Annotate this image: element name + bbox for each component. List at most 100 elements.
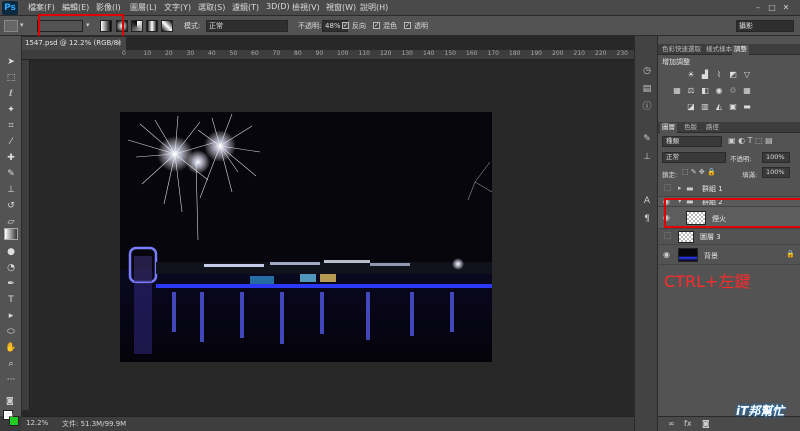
menu-filter[interactable]: 濾鏡(T)	[232, 2, 259, 13]
posterize-icon[interactable]: ▥	[700, 102, 710, 111]
filter-icons[interactable]: ▣ ◐ T ⬚ ▤	[728, 136, 773, 145]
clone-stamp-tool-icon[interactable]: ⊥	[4, 184, 18, 196]
chevron-down-icon[interactable]: ▾	[20, 21, 24, 29]
ruler-number: 210	[573, 50, 585, 57]
brush-presets-icon[interactable]: ✎	[641, 134, 653, 145]
quick-mask-icon[interactable]: ◙	[6, 396, 14, 405]
exposure-icon[interactable]: ◩	[728, 70, 738, 79]
path-select-tool-icon[interactable]: ▸	[4, 310, 18, 322]
zoom-level[interactable]: 12.2%	[26, 419, 48, 427]
reverse-checkbox[interactable]: ✓	[342, 22, 349, 29]
layer-group-1[interactable]: ▸ ▬ 群組 1	[658, 181, 800, 197]
blur-tool-icon[interactable]: ●	[4, 246, 18, 258]
pen-tool-icon[interactable]: ✒	[4, 278, 18, 290]
fx-icon[interactable]: fx	[684, 419, 692, 428]
marquee-tool-icon[interactable]: ⬚	[4, 72, 18, 84]
black-white-icon[interactable]: ◧	[700, 86, 710, 95]
layer-3[interactable]: 圖層 3	[658, 229, 800, 245]
color-lookup-icon[interactable]: ▦	[742, 86, 752, 95]
channel-mixer-icon[interactable]: ♲	[728, 86, 738, 95]
tab-color[interactable]: 色彩快速選取	[660, 45, 703, 55]
dither-checkbox[interactable]: ✓	[373, 22, 380, 29]
lock-icons[interactable]: ⬚ ✎ ✥ 🔒	[682, 168, 716, 176]
color-balance-icon[interactable]: ⚖	[686, 86, 696, 95]
info-icon[interactable]: ⓘ	[641, 102, 653, 113]
levels-icon[interactable]: ▟	[700, 70, 710, 79]
hue-saturation-icon[interactable]: ▦	[672, 86, 682, 95]
clone-source-icon[interactable]: ⊥	[641, 152, 653, 163]
workspace-select[interactable]: 攝影	[736, 20, 794, 32]
selective-color-icon[interactable]: ▣	[728, 102, 738, 111]
gradient-tool-icon[interactable]	[4, 228, 18, 240]
tab-layers[interactable]: 圖層	[660, 123, 677, 133]
menu-image[interactable]: 影像(I)	[96, 2, 121, 13]
more-tools-icon[interactable]: ···	[4, 374, 18, 386]
move-tool-icon[interactable]: ➤	[4, 56, 18, 68]
tab-paths[interactable]: 路徑	[704, 123, 721, 133]
properties-icon[interactable]: ▤	[641, 84, 653, 95]
menu-view[interactable]: 檢視(V)	[292, 2, 320, 13]
brush-tool-icon[interactable]: ✎	[4, 168, 18, 180]
tab-adjustments[interactable]: 調整	[732, 45, 749, 55]
tab-channels[interactable]: 色版	[682, 123, 699, 133]
menu-3d[interactable]: 3D(D)	[266, 2, 290, 11]
blend-mode-select[interactable]: 正常	[662, 152, 726, 163]
expand-arrow-icon[interactable]: ▸	[678, 184, 682, 192]
minimize-icon[interactable]: –	[752, 2, 764, 13]
paragraph-icon[interactable]: ¶	[641, 214, 653, 225]
menu-select[interactable]: 選取(S)	[198, 2, 225, 13]
threshold-icon[interactable]: ◭	[714, 102, 724, 111]
ruler-number: 200	[552, 50, 564, 57]
gradient-tool-preset-icon[interactable]	[4, 20, 18, 32]
layer-background[interactable]: ◉ 背景 🔒	[658, 245, 800, 265]
menu-help[interactable]: 說明(H)	[360, 2, 388, 13]
menu-edit[interactable]: 編輯(E)	[62, 2, 89, 13]
dodge-tool-icon[interactable]: ◔	[4, 262, 18, 274]
brightness-icon[interactable]: ☀	[686, 70, 696, 79]
history-brush-tool-icon[interactable]: ↺	[4, 200, 18, 212]
canvas-image[interactable]	[120, 112, 492, 362]
reflected-gradient-icon[interactable]	[146, 20, 158, 32]
menu-file[interactable]: 檔案(F)	[28, 2, 55, 13]
zoom-tool-icon[interactable]: ⌕	[4, 358, 18, 370]
history-icon[interactable]: ◷	[641, 66, 653, 77]
diamond-gradient-icon[interactable]	[161, 20, 173, 32]
screen-mode-icon[interactable]: ▭	[6, 410, 14, 419]
eyedropper-tool-icon[interactable]: ⁄	[4, 136, 18, 148]
character-icon[interactable]: A	[641, 196, 653, 207]
transparency-checkbox[interactable]: ✓	[404, 22, 411, 29]
photo-filter-icon[interactable]: ◉	[714, 86, 724, 95]
lasso-tool-icon[interactable]: ℓ	[4, 88, 18, 100]
angle-gradient-icon[interactable]	[131, 20, 143, 32]
close-tab-icon[interactable]: ×	[116, 37, 122, 50]
maximize-icon[interactable]: □	[766, 2, 778, 13]
curves-icon[interactable]: ⌇	[714, 70, 724, 79]
layer-filter-select[interactable]: 種類	[662, 136, 722, 147]
layer-opacity-input[interactable]: 100%	[762, 152, 790, 163]
gradient-map-icon[interactable]: ▬	[742, 102, 752, 111]
hand-tool-icon[interactable]: ✋	[4, 342, 18, 354]
mask-icon[interactable]: ◙	[702, 419, 710, 428]
eraser-tool-icon[interactable]: ▱	[4, 216, 18, 228]
crop-tool-icon[interactable]: ⌗	[4, 120, 18, 132]
shape-tool-icon[interactable]: ⬭	[4, 326, 18, 338]
tab-swatches[interactable]: 樣式樣本	[704, 45, 734, 55]
close-icon[interactable]: ✕	[780, 2, 792, 13]
visibility-off-box[interactable]	[664, 232, 671, 239]
invert-icon[interactable]: ◪	[686, 102, 696, 111]
mode-select[interactable]: 正常	[206, 20, 288, 32]
type-tool-icon[interactable]: T	[4, 294, 18, 306]
menu-layer[interactable]: 圖層(L)	[130, 2, 157, 13]
eye-icon[interactable]: ◉	[663, 250, 670, 259]
menu-type[interactable]: 文字(Y)	[164, 2, 191, 13]
vibrance-icon[interactable]: ▽	[742, 70, 752, 79]
quick-select-tool-icon[interactable]: ✦	[4, 104, 18, 116]
menu-window[interactable]: 視窗(W)	[326, 2, 356, 13]
fill-input[interactable]: 100%	[762, 167, 790, 178]
visibility-off-box[interactable]	[664, 184, 671, 191]
layer-opacity-label: 不透明:	[730, 155, 752, 163]
link-layers-icon[interactable]: ∞	[668, 419, 675, 428]
status-bar: 12.2% 文件: 51.3M/99.9M	[22, 416, 634, 431]
document-tab[interactable]: 1547.psd @ 12.2% (RGB/8) * ×	[22, 37, 126, 60]
healing-brush-tool-icon[interactable]: ✚	[4, 152, 18, 164]
